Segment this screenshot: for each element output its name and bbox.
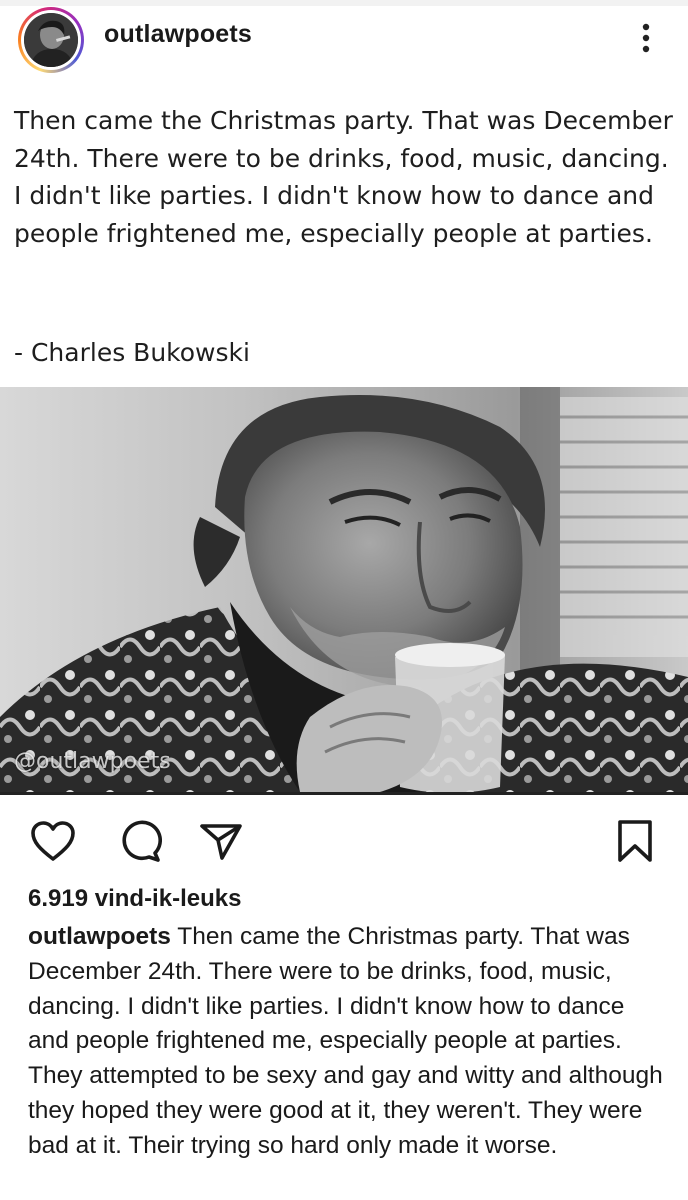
comment-icon — [122, 820, 162, 862]
action-bar — [0, 800, 688, 880]
likes-count[interactable]: 6.919 vind-ik-leuks — [28, 885, 241, 913]
post-header: outlawpoets — [0, 6, 688, 85]
photo-divider — [0, 792, 688, 795]
post-caption: outlawpoets Then came the Christmas part… — [28, 920, 668, 1164]
photo-watermark: @outlawpoets — [14, 749, 171, 774]
quote-panel: Then came the Christmas party. That was … — [0, 84, 688, 387]
bookmark-icon — [618, 820, 652, 862]
portrait-illustration — [0, 387, 688, 792]
avatar[interactable] — [24, 13, 78, 67]
more-vertical-icon — [642, 23, 650, 53]
share-button[interactable] — [196, 816, 246, 866]
story-ring[interactable] — [18, 7, 84, 73]
post-username[interactable]: outlawpoets — [104, 20, 252, 49]
caption-text: Then came the Christmas party. That was … — [28, 923, 663, 1159]
quote-author: - Charles Bukowski — [14, 338, 250, 367]
post-photo[interactable]: @outlawpoets — [0, 387, 688, 792]
caption-username[interactable]: outlawpoets — [28, 923, 171, 950]
save-button[interactable] — [610, 816, 660, 866]
heart-icon — [31, 821, 75, 861]
comment-button[interactable] — [114, 816, 164, 866]
more-options-button[interactable] — [630, 18, 662, 58]
paper-plane-icon — [200, 824, 242, 860]
like-button[interactable] — [28, 816, 78, 866]
quote-text: Then came the Christmas party. That was … — [14, 106, 673, 248]
